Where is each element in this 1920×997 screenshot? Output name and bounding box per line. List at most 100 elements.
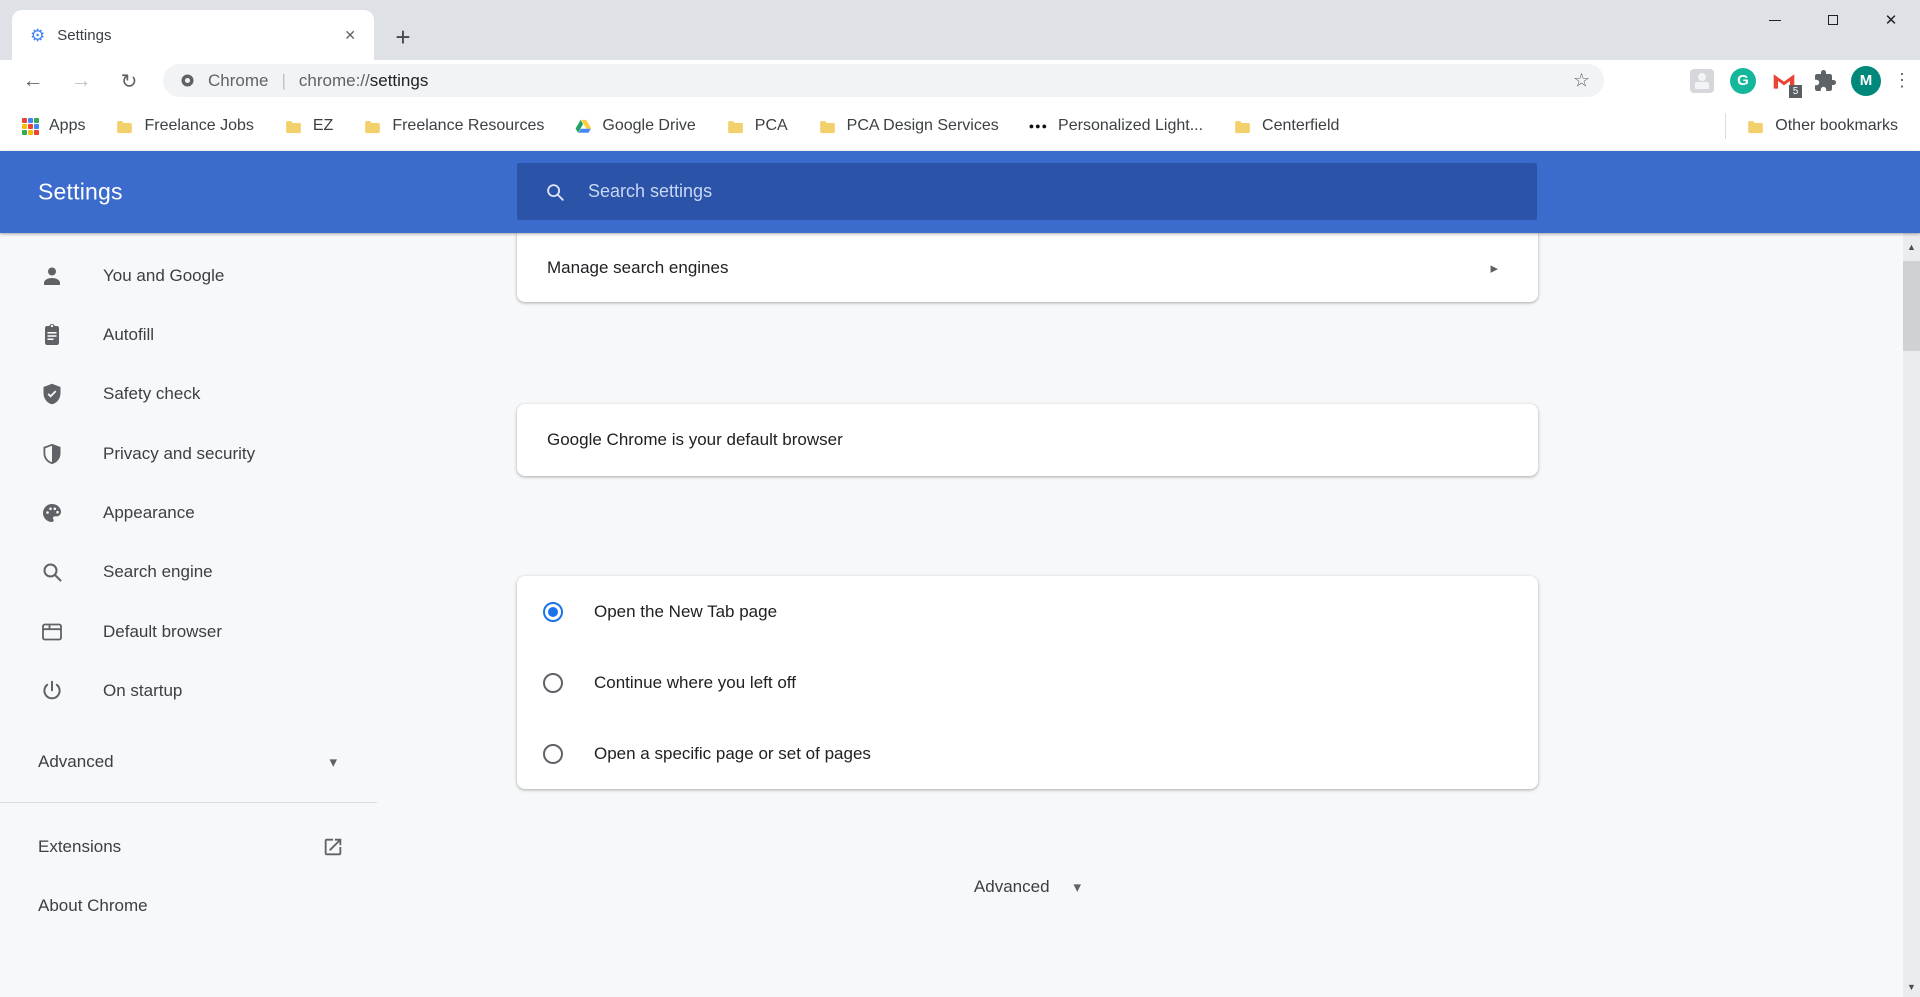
sidebar-item-about-chrome[interactable]: About Chrome: [0, 877, 377, 935]
tab-close-icon[interactable]: ✕: [340, 25, 360, 46]
bookmark-label: EZ: [313, 117, 333, 135]
browser-menu-button[interactable]: ⋮: [1892, 66, 1912, 96]
palette-icon: [40, 501, 64, 525]
bookmark-star-icon[interactable]: ☆: [1573, 69, 1590, 92]
window-controls: ✕: [1746, 0, 1920, 40]
startup-option-label: Open a specific page or set of pages: [594, 744, 871, 764]
sidebar-advanced-toggle[interactable]: Advanced ▾: [0, 733, 377, 791]
startup-option-new-tab[interactable]: Open the New Tab page: [517, 576, 1538, 647]
window-restore-button[interactable]: [1804, 0, 1862, 40]
bookmark-folder[interactable]: Freelance Jobs: [115, 117, 253, 135]
startup-option-specific-pages[interactable]: Open a specific page or set of pages: [517, 718, 1538, 789]
url-scheme: chrome://: [299, 71, 370, 91]
page-title: Settings: [38, 179, 123, 206]
magnifier-icon: [40, 560, 64, 584]
sidebar-item-safety-check[interactable]: Safety check: [0, 365, 377, 423]
other-bookmarks-folder[interactable]: Other bookmarks: [1746, 117, 1898, 135]
bookmarks-separator: [1725, 113, 1726, 139]
grammarly-extension-icon[interactable]: G: [1728, 66, 1758, 96]
bookmark-label: PCA Design Services: [847, 117, 999, 135]
profile-avatar[interactable]: M: [1851, 66, 1881, 96]
tab-title: Settings: [57, 27, 340, 44]
sidebar-item-label: Safety check: [103, 384, 200, 404]
browser-window-icon: [40, 620, 64, 644]
extension-icons: G 5 M ⋮: [1687, 60, 1912, 101]
page-scrollbar[interactable]: ▲ ▼: [1903, 233, 1920, 997]
restore-icon: [1828, 15, 1838, 25]
bookmark-label: PCA: [755, 117, 788, 135]
grammarly-g-icon: G: [1730, 68, 1756, 94]
apps-shortcut[interactable]: Apps: [22, 117, 85, 135]
folder-icon: [726, 118, 745, 135]
startup-option-label: Continue where you left off: [594, 673, 796, 693]
bookmark-folder[interactable]: PCA: [726, 117, 788, 135]
settings-search-box[interactable]: [517, 163, 1537, 220]
settings-search-input[interactable]: [588, 181, 1388, 202]
sidebar-item-autofill[interactable]: Autofill: [0, 306, 377, 364]
radio-unselected-icon[interactable]: [543, 744, 563, 764]
new-tab-button[interactable]: +: [388, 22, 418, 52]
chevron-down-icon: ▾: [1074, 878, 1082, 896]
sidebar-divider: [0, 802, 377, 803]
reload-button[interactable]: ↻: [110, 62, 148, 100]
default-browser-card: Google Chrome is your default browser: [517, 404, 1538, 476]
avatar-letter: M: [1851, 66, 1881, 96]
url-site-label: Chrome: [208, 71, 268, 91]
sidebar-item-on-startup[interactable]: On startup: [0, 662, 377, 720]
bookmark-folder[interactable]: EZ: [284, 117, 333, 135]
radio-unselected-icon[interactable]: [543, 673, 563, 693]
back-button[interactable]: ←: [14, 62, 52, 100]
url-path: settings: [370, 71, 429, 91]
sidebar-item-you-and-google[interactable]: You and Google: [0, 247, 377, 305]
sidebar-item-privacy[interactable]: Privacy and security: [0, 425, 377, 483]
window-close-button[interactable]: ✕: [1862, 0, 1920, 40]
url-separator: |: [281, 71, 285, 91]
gray-extension-icon[interactable]: [1687, 66, 1717, 96]
bookmark-label: Freelance Jobs: [144, 117, 253, 135]
advanced-expand-button[interactable]: Advanced ▾: [517, 873, 1538, 901]
manage-search-engines-row[interactable]: Manage search engines ▸: [517, 233, 1538, 302]
startup-option-continue[interactable]: Continue where you left off: [517, 647, 1538, 718]
bookmarks-bar: Apps Freelance Jobs EZ Freelance Resourc…: [0, 101, 1920, 151]
forward-button[interactable]: →: [62, 62, 100, 100]
settings-gear-favicon: ⚙: [30, 27, 45, 44]
sidebar-item-appearance[interactable]: Appearance: [0, 484, 377, 542]
bookmark-folder[interactable]: Freelance Resources: [363, 117, 544, 135]
bookmark-folder[interactable]: Centerfield: [1233, 117, 1339, 135]
browser-toolbar: ← → ↻ Chrome | chrome:// settings ☆ G 5 …: [0, 60, 1920, 101]
sidebar-item-extensions[interactable]: Extensions: [0, 818, 377, 876]
sidebar-about-label: About Chrome: [38, 896, 148, 916]
folder-icon: [1746, 118, 1765, 135]
window-minimize-button[interactable]: [1746, 0, 1804, 40]
folder-icon: [284, 118, 303, 135]
puzzle-icon: [1813, 69, 1837, 93]
scrollbar-up-arrow[interactable]: ▲: [1903, 239, 1920, 255]
browser-tab-settings[interactable]: ⚙ Settings ✕: [12, 10, 374, 60]
bookmark-label: Freelance Resources: [392, 117, 544, 135]
chrome-logo-icon: [179, 72, 196, 89]
on-startup-card: Open the New Tab page Continue where you…: [517, 576, 1538, 789]
chevron-down-icon: ▾: [329, 753, 337, 771]
sidebar-item-label: Default browser: [103, 622, 222, 642]
radio-selected-icon[interactable]: [543, 602, 563, 622]
sidebar-item-label: Search engine: [103, 562, 213, 582]
scrollbar-thumb[interactable]: [1903, 261, 1920, 351]
sidebar-item-label: You and Google: [103, 266, 224, 286]
extensions-puzzle-icon[interactable]: [1810, 66, 1840, 96]
bookmark-personalized[interactable]: ●●● Personalized Light...: [1029, 117, 1203, 135]
omnibox-url-bar[interactable]: Chrome | chrome:// settings ☆: [163, 64, 1604, 97]
bookmarks-bar-right: Other bookmarks: [1725, 113, 1898, 139]
gmail-extension-icon[interactable]: 5: [1769, 66, 1799, 96]
scrollbar-down-arrow[interactable]: ▼: [1903, 979, 1920, 995]
bookmark-folder[interactable]: PCA Design Services: [818, 117, 999, 135]
settings-header: Settings: [0, 151, 1920, 233]
sidebar-item-search-engine[interactable]: Search engine: [0, 543, 377, 601]
sidebar-item-default-browser[interactable]: Default browser: [0, 603, 377, 661]
person-icon: [40, 264, 64, 288]
minimize-icon: [1769, 20, 1781, 21]
google-drive-icon: [574, 118, 592, 135]
bookmark-google-drive[interactable]: Google Drive: [574, 117, 695, 135]
bookmark-label: Personalized Light...: [1058, 117, 1203, 135]
folder-icon: [1233, 118, 1252, 135]
sidebar-extensions-label: Extensions: [38, 837, 121, 857]
